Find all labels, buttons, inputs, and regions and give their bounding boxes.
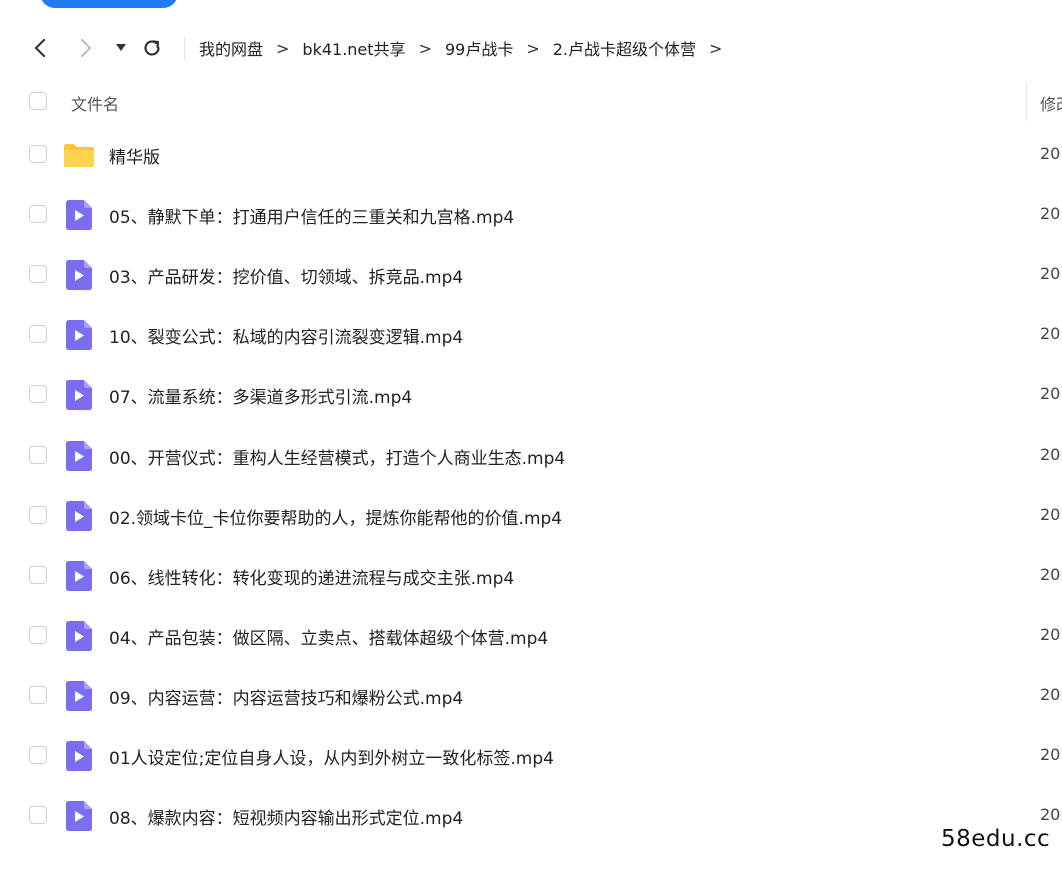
file-row[interactable]: 07、流量系统：多渠道多形式引流.mp4 20 [0,369,1062,419]
forward-icon[interactable] [74,28,98,68]
file-row[interactable]: 03、产品研发：挖价值、切领域、拆竞品.mp4 20 [0,249,1062,299]
video-file-icon [66,561,92,591]
file-name[interactable]: 04、产品包装：做区隔、立卖点、搭载体超级个体营.mp4 [109,624,548,649]
upload-button[interactable] [40,0,178,8]
row-checkbox[interactable] [29,145,47,163]
file-name[interactable]: 06、线性转化：转化变现的递进流程与成交主张.mp4 [109,564,514,589]
file-row[interactable]: 05、静默下单：打通用户信任的三重关和九宫格.mp4 20 [0,189,1062,239]
video-file-icon [66,200,92,230]
file-modified-date: 20 [1040,204,1061,223]
file-row[interactable]: 10、裂变公式：私域的内容引流裂变逻辑.mp4 20 [0,309,1062,359]
file-modified-date: 20 [1040,745,1061,764]
file-list-header: 文件名 修改 [0,78,1062,124]
breadcrumb-separator: > [276,38,290,58]
file-name[interactable]: 09、内容运营：内容运营技巧和爆粉公式.mp4 [109,684,463,709]
file-row[interactable]: 06、线性转化：转化变现的递进流程与成交主张.mp4 20 [0,550,1062,600]
file-modified-date: 20 [1040,445,1061,464]
file-modified-date: 20 [1040,625,1061,644]
video-file-icon [66,621,92,651]
file-name[interactable]: 08、爆款内容：短视频内容输出形式定位.mp4 [109,804,463,829]
select-all-checkbox[interactable] [29,92,47,110]
column-divider[interactable] [1026,83,1027,121]
row-checkbox[interactable] [29,746,47,764]
row-checkbox[interactable] [29,506,47,524]
video-file-icon [66,801,92,831]
video-file-icon [66,501,92,531]
breadcrumb: 我的网盘 > bk41.net共享 > 99卢战卡 > 2.卢战卡超级个体营 > [199,28,735,68]
file-modified-date: 20 [1040,264,1061,283]
video-file-icon [66,441,92,471]
file-name[interactable]: 00、开营仪式：重构人生经营模式，打造个人商业生态.mp4 [109,444,565,469]
watermark: 58edu.cc [941,826,1051,852]
file-row[interactable]: 02.领域卡位_卡位你要帮助的人，提炼你能帮他的价值.mp4 20 [0,490,1062,540]
file-row[interactable]: 01人设定位;定位自身人设，从内到外树立一致化标签.mp4 20 [0,730,1062,780]
file-modified-date: 20 [1040,565,1061,584]
file-name[interactable]: 10、裂变公式：私域的内容引流裂变逻辑.mp4 [109,323,463,348]
file-name[interactable]: 02.领域卡位_卡位你要帮助的人，提炼你能帮他的价值.mp4 [109,504,562,529]
row-checkbox[interactable] [29,265,47,283]
video-file-icon [66,681,92,711]
file-row[interactable]: 精华版 20 [0,129,1062,179]
navigation-bar: 我的网盘 > bk41.net共享 > 99卢战卡 > 2.卢战卡超级个体营 > [0,28,1062,68]
file-modified-date: 20 [1040,505,1061,524]
row-checkbox[interactable] [29,325,47,343]
file-modified-date: 20 [1040,144,1061,163]
row-checkbox[interactable] [29,566,47,584]
breadcrumb-separator: > [418,38,432,58]
column-header-modified[interactable]: 修改 [1040,91,1062,115]
column-header-name[interactable]: 文件名 [71,91,119,115]
file-name[interactable]: 01人设定位;定位自身人设，从内到外树立一致化标签.mp4 [109,744,554,769]
row-checkbox[interactable] [29,626,47,644]
file-modified-date: 20 [1040,805,1061,824]
file-name[interactable]: 07、流量系统：多渠道多形式引流.mp4 [109,383,412,408]
row-checkbox[interactable] [29,385,47,403]
video-file-icon [66,741,92,771]
video-file-icon [66,380,92,410]
breadcrumb-separator: > [526,38,540,58]
file-modified-date: 20 [1040,685,1061,704]
breadcrumb-separator: > [709,38,723,58]
file-modified-date: 20 [1040,384,1061,403]
video-file-icon [66,320,92,350]
refresh-icon[interactable] [140,28,164,68]
history-dropdown-icon[interactable] [112,28,130,68]
back-icon[interactable] [28,28,52,68]
file-row[interactable]: 04、产品包装：做区隔、立卖点、搭载体超级个体营.mp4 20 [0,610,1062,660]
file-name[interactable]: 05、静默下单：打通用户信任的三重关和九宫格.mp4 [109,203,514,228]
row-checkbox[interactable] [29,806,47,824]
breadcrumb-item[interactable]: 我的网盘 [199,36,263,60]
folder-icon [63,142,95,168]
row-checkbox[interactable] [29,446,47,464]
breadcrumb-item[interactable]: bk41.net共享 [302,36,405,60]
file-name[interactable]: 精华版 [109,143,160,168]
file-row[interactable]: 09、内容运营：内容运营技巧和爆粉公式.mp4 20 [0,670,1062,720]
file-row[interactable]: 08、爆款内容：短视频内容输出形式定位.mp4 20 [0,790,1062,840]
file-row[interactable]: 00、开营仪式：重构人生经营模式，打造个人商业生态.mp4 20 [0,430,1062,480]
file-modified-date: 20 [1040,324,1061,343]
video-file-icon [66,260,92,290]
file-name[interactable]: 03、产品研发：挖价值、切领域、拆竞品.mp4 [109,263,463,288]
breadcrumb-item-current[interactable]: 2.卢战卡超级个体营 [553,36,696,60]
row-checkbox[interactable] [29,686,47,704]
row-checkbox[interactable] [29,205,47,223]
breadcrumb-item[interactable]: 99卢战卡 [445,36,513,60]
nav-divider [184,38,185,60]
